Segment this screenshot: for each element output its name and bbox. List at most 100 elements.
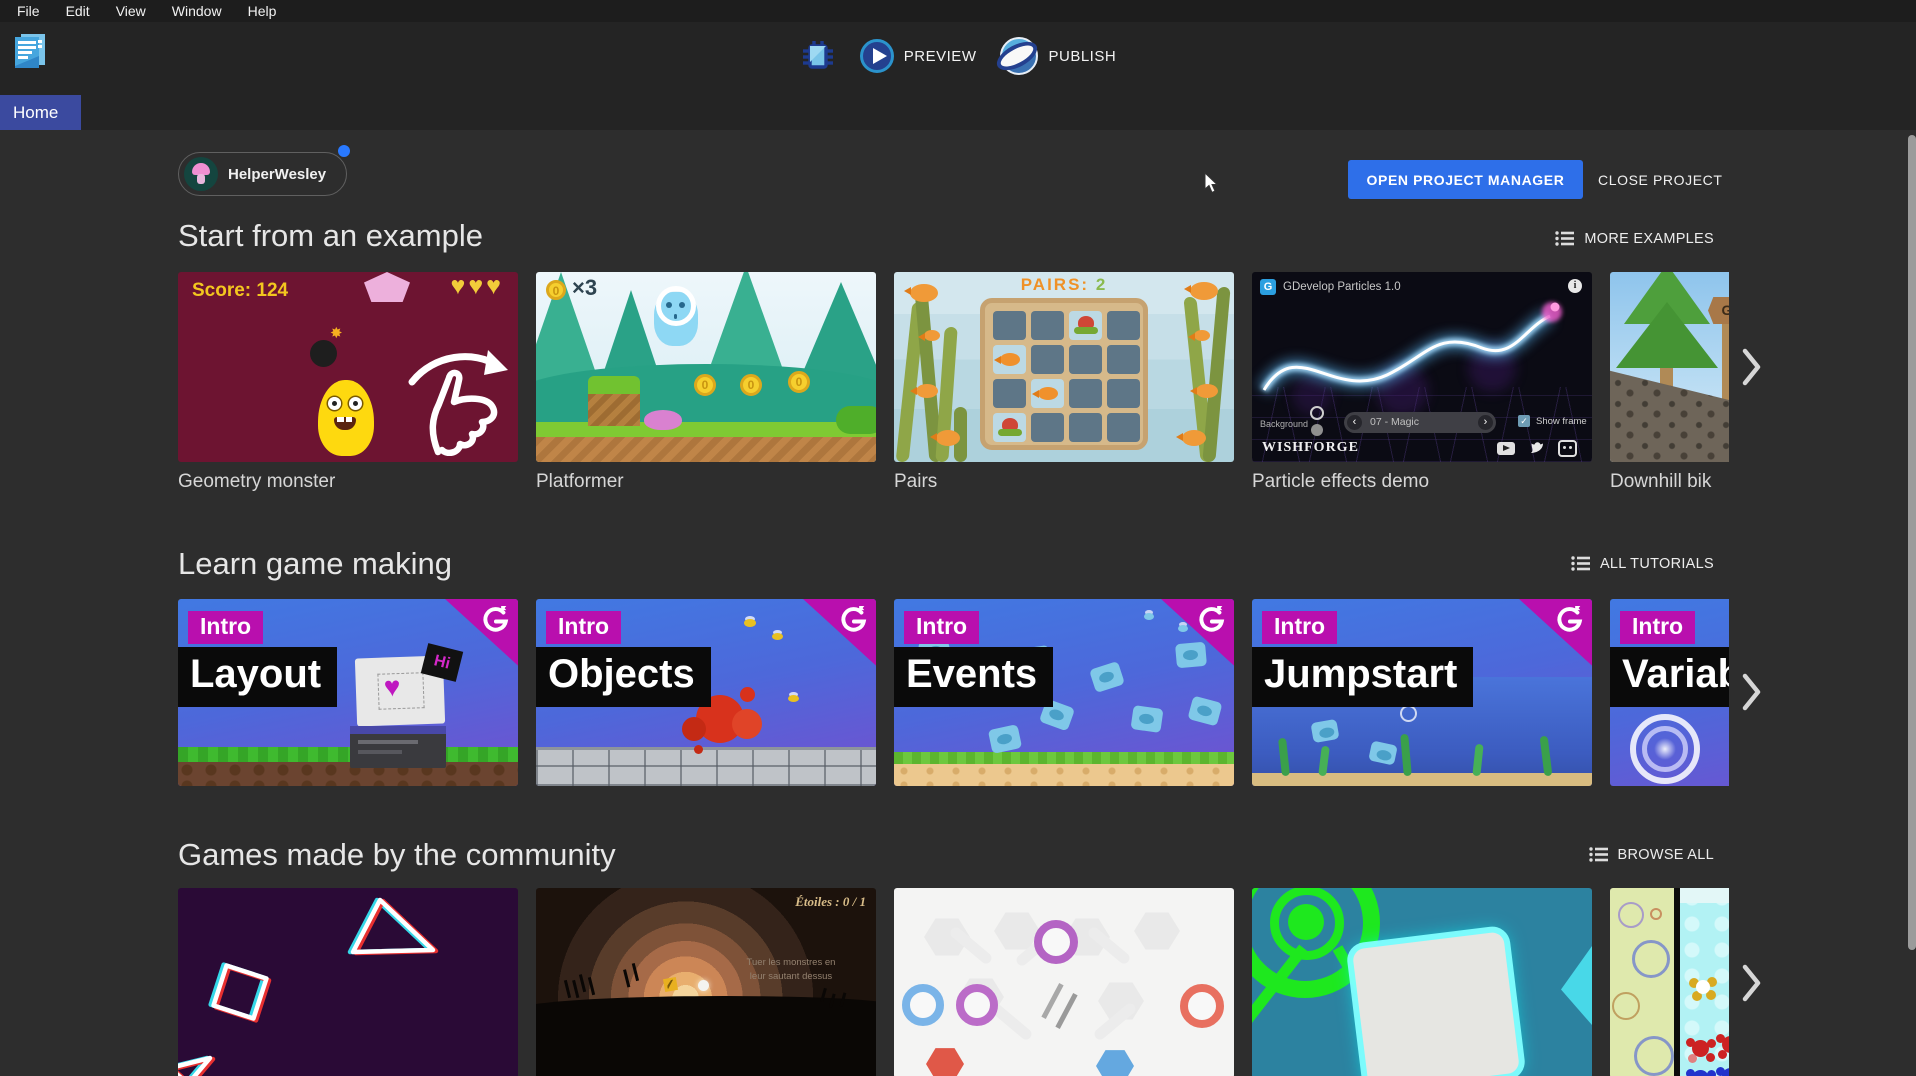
fish [910, 284, 938, 302]
next-arrow: › [1478, 415, 1493, 430]
card-snail [1069, 311, 1102, 340]
list-icon [1571, 555, 1591, 572]
pairs-board [980, 298, 1148, 450]
home-page: HelperWesley OPEN PROJECT MANAGER CLOSE … [0, 130, 1916, 1076]
particle-title: GDevelop Particles 1.0 [1283, 281, 1401, 293]
community-card-molecules[interactable] [1610, 888, 1729, 1076]
sunset-thumbnail: Étoiles : 0 / 1 Tuer les monstres en leu… [536, 888, 876, 1076]
ground-silhouette [536, 996, 876, 1076]
open-project-manager-button[interactable]: OPEN PROJECT MANAGER [1348, 160, 1583, 199]
particle-thumbnail: G GDevelop Particles 1.0 i Background ‹ … [1252, 272, 1592, 462]
pairs-value: 2 [1096, 275, 1107, 294]
globe-icon [1000, 37, 1038, 75]
neon-shapes-thumbnail [178, 888, 518, 1076]
hand-gesture [406, 344, 512, 456]
coin: 0 [694, 374, 716, 396]
sand-strip [1252, 773, 1592, 786]
tutorial-card-objects[interactable]: Intro Objects [536, 599, 876, 786]
toolbar-actions: PREVIEW PUBLISH [0, 30, 1916, 82]
all-tutorials-label: ALL TUTORIALS [1600, 556, 1714, 572]
community-card-sunset[interactable]: Étoiles : 0 / 1 Tuer les monstres en leu… [536, 888, 876, 1076]
publish-button[interactable]: PUBLISH [1000, 37, 1116, 75]
community-card-teal-rings[interactable] [1252, 888, 1592, 1076]
card-back [1069, 345, 1102, 374]
card-back [1069, 413, 1102, 442]
example-caption: Pairs [894, 471, 1234, 493]
list-icon [1555, 230, 1575, 247]
molecule-yellow [1696, 980, 1710, 994]
list-icon [1589, 846, 1609, 863]
close-project-button[interactable]: CLOSE PROJECT [1598, 160, 1723, 199]
show-frame-checkbox: ✓ [1518, 415, 1530, 427]
avatar [184, 157, 218, 191]
red-hex [926, 1046, 964, 1076]
dirt-strip [536, 437, 876, 462]
platformer-thumbnail: 0 0 0 0 ×3 [536, 272, 876, 462]
menu-file[interactable]: File [4, 1, 53, 21]
preview-button[interactable]: PREVIEW [860, 39, 977, 73]
menu-view[interactable]: View [103, 1, 159, 21]
example-caption: Platformer [536, 471, 876, 493]
card-back [1031, 311, 1064, 340]
objects-thumbnail: Intro Objects [536, 599, 876, 786]
fly [1178, 625, 1188, 632]
more-examples-button[interactable]: MORE EXAMPLES [1555, 230, 1714, 247]
bee [788, 695, 799, 702]
vertical-scrollbar[interactable] [1908, 135, 1916, 950]
splat [682, 717, 706, 741]
community-card-hexagons[interactable] [894, 888, 1234, 1076]
green-dot [1288, 904, 1324, 940]
example-card-particle-effects[interactable]: G GDevelop Particles 1.0 i Background ‹ … [1252, 272, 1592, 493]
tutorial-card-jumpstart[interactable]: Intro Jumpstart [1252, 599, 1592, 786]
tutorial-card-layout[interactable]: ♥ Hi Intro Layout [178, 599, 518, 786]
all-tutorials-button[interactable]: ALL TUTORIALS [1571, 555, 1714, 572]
browse-all-label: BROWSE ALL [1618, 847, 1714, 863]
menu-window[interactable]: Window [159, 1, 235, 21]
sand-strip [894, 764, 1234, 786]
community-card-neon-shapes[interactable] [178, 888, 518, 1076]
example-card-downhill[interactable]: G Downhill bik [1610, 272, 1729, 493]
user-chip[interactable]: HelperWesley [178, 152, 347, 196]
tutorials-next-arrow[interactable] [1742, 673, 1762, 711]
player-character [654, 292, 698, 346]
grass-tufts [564, 980, 571, 998]
menu-help[interactable]: Help [235, 1, 290, 21]
tutorial-card-variables[interactable]: +1 Intro Variab [1610, 599, 1729, 786]
tutorial-card-events[interactable]: Intro Events [894, 599, 1234, 786]
purple-ring [956, 984, 998, 1026]
grass-strip [536, 422, 876, 437]
fish [916, 384, 938, 398]
card-back [1107, 345, 1140, 374]
gdevelop-logo-icon [1554, 606, 1584, 636]
toolbar: PREVIEW PUBLISH Home [0, 22, 1916, 130]
play-icon [860, 39, 894, 73]
community-next-arrow[interactable] [1742, 964, 1762, 1002]
splat-drip [694, 745, 703, 754]
fish-object [1130, 705, 1163, 733]
fish [1194, 330, 1210, 341]
example-card-geometry-monster[interactable]: Score: 124 ♥♥♥ ✸ [178, 272, 518, 493]
white-block [1352, 931, 1520, 1076]
card-fish [993, 345, 1026, 374]
intro-tag: Intro [1262, 611, 1337, 644]
example-card-platformer[interactable]: 0 0 0 0 ×3 Platformer [536, 272, 876, 493]
tab-home[interactable]: Home [0, 95, 81, 130]
menu-edit[interactable]: Edit [53, 1, 103, 21]
example-card-pairs[interactable]: PAIRS: 2 [894, 272, 1234, 493]
hint-line-2: leur sautant dessus [726, 970, 856, 984]
gdevelop-window: File Edit View Window Help [0, 0, 1916, 1076]
hearts: ♥♥♥ [450, 272, 504, 301]
intro-tag: Intro [188, 611, 263, 644]
section-title-tutorials: Learn game making [178, 546, 452, 582]
tutorial-word: Objects [536, 647, 711, 707]
hexagons-thumbnail [894, 888, 1234, 1076]
splat [740, 687, 755, 702]
debugger-icon[interactable] [800, 38, 836, 74]
intro-tag: Intro [546, 611, 621, 644]
brick-ground [536, 747, 876, 786]
ball-character [698, 980, 709, 991]
examples-row: Score: 124 ♥♥♥ ✸ [178, 272, 1729, 493]
examples-next-arrow[interactable] [1742, 348, 1762, 386]
browse-all-button[interactable]: BROWSE ALL [1589, 846, 1714, 863]
example-caption: Particle effects demo [1252, 471, 1592, 493]
